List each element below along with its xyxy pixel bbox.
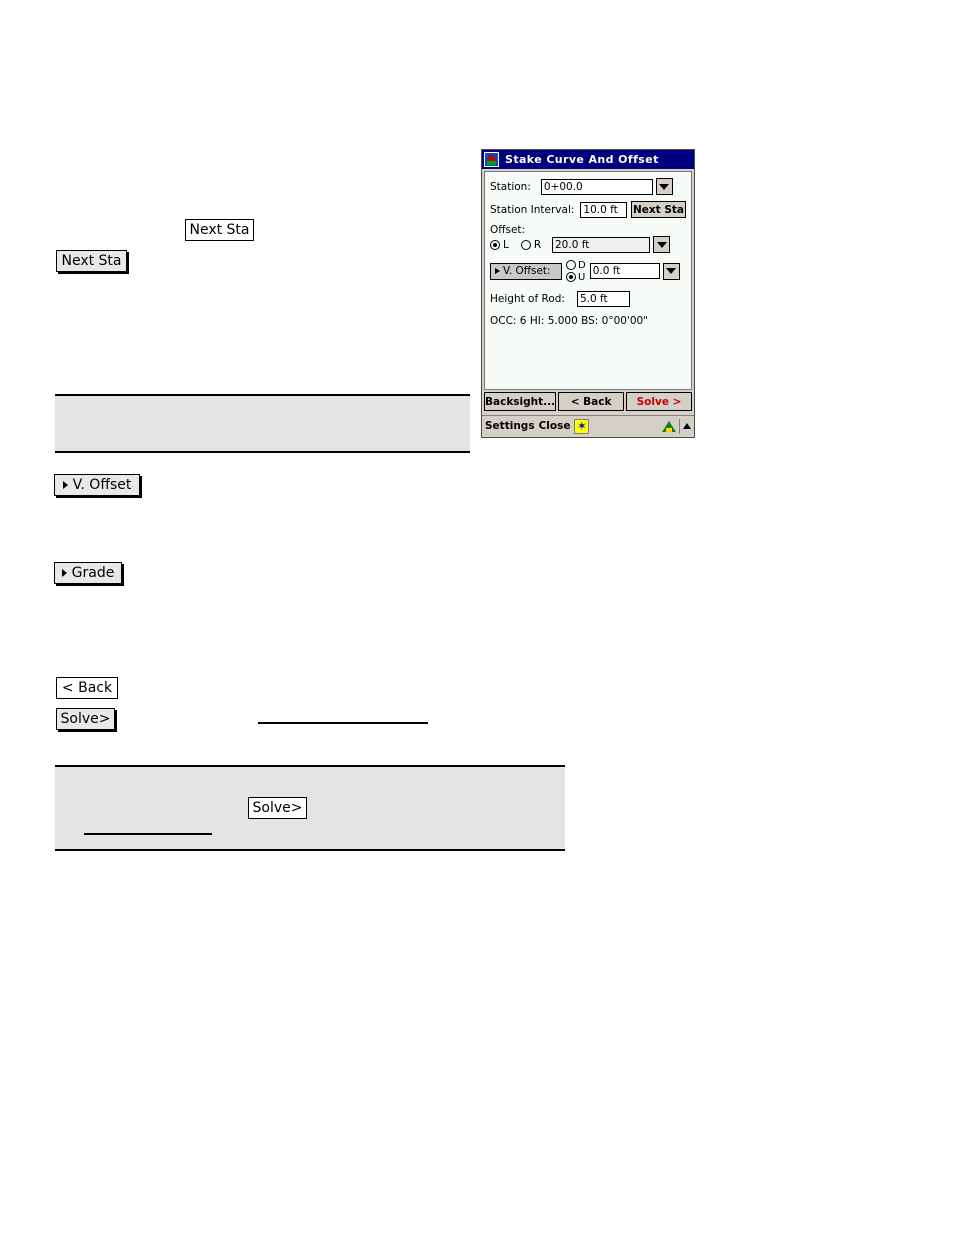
v-offset-button[interactable]: V. Offset: xyxy=(490,262,562,280)
offset-radio-group: L R xyxy=(490,239,552,251)
doc-button-solve-in-note[interactable]: Solve> xyxy=(248,797,307,819)
surveying-app-icon xyxy=(484,152,499,167)
v-offset-radio-u[interactable] xyxy=(566,272,576,282)
offset-radio-l[interactable] xyxy=(490,240,500,250)
station-dropdown-button[interactable] xyxy=(655,178,673,195)
offset-radio-l-label: L xyxy=(503,239,509,251)
station-label: Station: xyxy=(490,180,531,193)
instrument-status-line: OCC: 6 HI: 5.000 BS: 0°00'00" xyxy=(490,315,649,327)
v-offset-dropdown-button[interactable] xyxy=(662,262,680,280)
blank-fill-rule-note xyxy=(84,833,212,835)
offset-radio-r[interactable] xyxy=(520,240,531,250)
document-page: Next Sta Next Sta V. Offset Grade < Back… xyxy=(0,0,954,1235)
v-offset-radio-d-label: D xyxy=(578,259,586,271)
taskbar-divider xyxy=(679,418,680,434)
triangle-right-icon xyxy=(62,481,68,489)
star-button-icon[interactable]: ✶ xyxy=(574,418,590,434)
doc-button-label: < Back xyxy=(61,680,113,696)
triangle-right-icon xyxy=(61,569,67,577)
station-interval-input[interactable]: 10.0 ft xyxy=(580,201,627,218)
backsight-button-label: Backsight... xyxy=(485,395,556,408)
doc-button-label: Solve> xyxy=(60,711,111,727)
doc-button-back[interactable]: < Back xyxy=(56,677,118,699)
backsight-button[interactable]: Backsight... xyxy=(484,392,557,411)
station-interval-row: Station Interval: 10.0 ft Next Sta xyxy=(490,201,686,218)
doc-button-label: V. Offset xyxy=(72,477,132,493)
dialog-title: Stake Curve And Offset xyxy=(505,153,659,166)
chevron-down-icon xyxy=(666,268,677,274)
v-offset-radio-u-label: U xyxy=(578,271,586,283)
taskbar-settings-label[interactable]: Settings xyxy=(485,420,535,432)
offset-dropdown-button[interactable] xyxy=(653,236,670,253)
doc-button-v-offset[interactable]: V. Offset xyxy=(54,474,140,496)
stake-curve-and-offset-dialog: Stake Curve And Offset Station: 0+00.0 S… xyxy=(481,149,695,438)
doc-button-label: Solve> xyxy=(252,800,303,816)
station-row: Station: 0+00.0 xyxy=(490,178,686,195)
station-input[interactable]: 0+00.0 xyxy=(540,178,653,195)
v-offset-radio-group: D U xyxy=(566,259,586,283)
next-sta-button[interactable]: Next Sta xyxy=(631,201,686,218)
dialog-titlebar: Stake Curve And Offset xyxy=(482,150,694,169)
doc-button-label: Next Sta xyxy=(61,253,122,269)
solve-button-label: Solve > xyxy=(636,395,682,408)
doc-button-grade[interactable]: Grade xyxy=(54,562,122,584)
back-button[interactable]: < Back xyxy=(558,392,625,411)
dialog-form-area: Station: 0+00.0 Station Interval: 10.0 f… xyxy=(484,171,692,390)
offset-row: Offset: L R 20.0 ft xyxy=(490,224,686,253)
taskbar-close-label[interactable]: Close xyxy=(539,420,571,432)
dialog-taskbar: Settings Close ✶ xyxy=(482,415,694,436)
blank-fill-rule xyxy=(258,722,428,724)
height-of-rod-label: Height of Rod: xyxy=(490,293,565,305)
height-of-rod-row: Height of Rod: 5.0 ft xyxy=(490,291,686,307)
dialog-command-bar: Backsight... < Back Solve > xyxy=(484,392,692,411)
offset-input[interactable]: 20.0 ft xyxy=(552,236,650,253)
height-of-rod-input[interactable]: 5.0 ft xyxy=(576,291,630,307)
chevron-up-icon[interactable] xyxy=(683,423,691,429)
doc-button-next-sta-plain[interactable]: Next Sta xyxy=(185,219,254,241)
note-callout-upper xyxy=(55,394,470,453)
v-offset-row: V. Offset: D U 0.0 ft xyxy=(490,259,686,283)
note-callout-lower xyxy=(55,765,565,851)
chevron-down-icon xyxy=(659,183,670,190)
offset-label: Offset: xyxy=(490,224,526,236)
offset-radio-r-label: R xyxy=(533,239,542,251)
v-offset-button-label: V. Offset: xyxy=(503,265,551,277)
station-interval-label: Station Interval: xyxy=(490,203,575,216)
instrument-status-icon[interactable] xyxy=(662,419,676,433)
back-button-label: < Back xyxy=(570,395,612,408)
doc-button-solve[interactable]: Solve> xyxy=(56,708,115,730)
next-sta-button-label: Next Sta xyxy=(632,203,685,216)
v-offset-input[interactable]: 0.0 ft xyxy=(589,263,660,279)
v-offset-radio-d[interactable] xyxy=(566,260,576,270)
triangle-right-icon xyxy=(495,268,500,274)
doc-button-label: Grade xyxy=(71,565,115,581)
chevron-down-icon xyxy=(656,241,667,248)
doc-button-next-sta-shadow[interactable]: Next Sta xyxy=(56,250,127,272)
solve-button[interactable]: Solve > xyxy=(626,392,692,411)
doc-button-label: Next Sta xyxy=(189,222,250,238)
